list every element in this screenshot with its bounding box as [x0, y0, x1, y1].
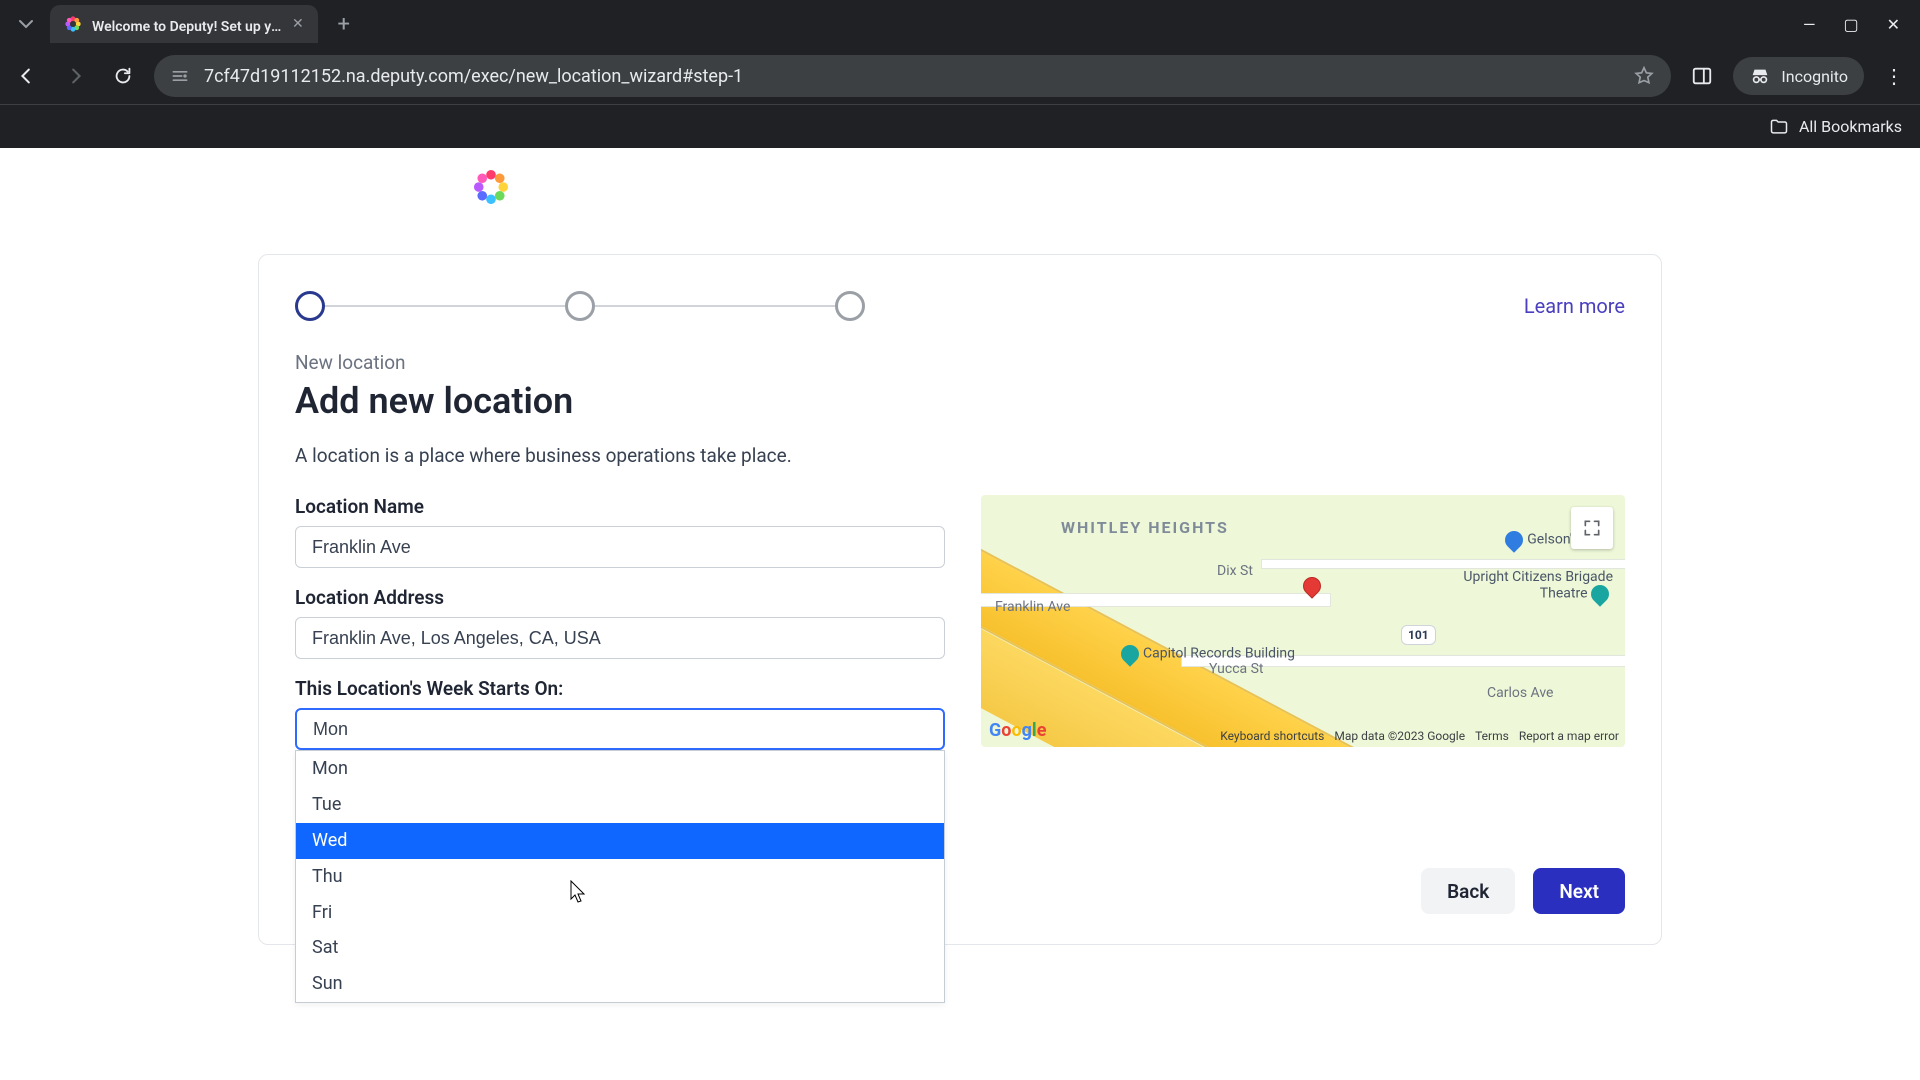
header — [0, 148, 1920, 226]
browser-toolbar: 7cf47d19112152.na.deputy.com/exec/new_lo… — [0, 48, 1920, 104]
next-button[interactable]: Next — [1533, 868, 1625, 914]
wizard-description: A location is a place where business ope… — [295, 444, 1625, 467]
address-bar[interactable]: 7cf47d19112152.na.deputy.com/exec/new_lo… — [154, 55, 1671, 97]
reload-button[interactable] — [106, 59, 140, 93]
maximize-button[interactable]: ▢ — [1843, 15, 1858, 34]
page-content: Learn more New location Add new location… — [0, 148, 1920, 1080]
step-line — [595, 305, 835, 307]
map-poi[interactable]: Upright Citizens Brigade Theatre — [1453, 569, 1613, 603]
map-column: WHITLEY HEIGHTS Franklin Ave Dix St Yucc… — [981, 495, 1625, 750]
location-name-input[interactable] — [295, 526, 945, 568]
map-pin-icon — [1587, 581, 1612, 606]
incognito-badge[interactable]: Incognito — [1733, 57, 1864, 95]
map-poi[interactable]: Gelson's — [1505, 531, 1579, 549]
week-option-sat[interactable]: Sat — [296, 930, 944, 966]
tabs-dropdown-button[interactable] — [8, 6, 44, 42]
week-option-wed[interactable]: Wed — [296, 823, 944, 859]
tab-title: Welcome to Deputy! Set up yo… — [92, 19, 282, 35]
url-text: 7cf47d19112152.na.deputy.com/exec/new_lo… — [204, 66, 1619, 87]
deputy-logo-icon — [470, 166, 512, 208]
location-name-label: Location Name — [295, 495, 945, 518]
chevron-down-icon — [18, 16, 34, 32]
stepper — [295, 291, 865, 321]
map-data-attribution: Map data ©2023 Google — [1334, 729, 1465, 743]
map-neighborhood-label: WHITLEY HEIGHTS — [1061, 519, 1229, 537]
location-address-label: Location Address — [295, 586, 945, 609]
folder-icon — [1769, 117, 1789, 137]
map-footer: Keyboard shortcuts Map data ©2023 Google… — [1220, 729, 1619, 743]
minimize-button[interactable]: — — [1803, 15, 1816, 34]
page-title: Add new location — [295, 380, 1625, 422]
wizard-subtitle: New location — [295, 351, 1625, 374]
map-route-shield: 101 — [1401, 625, 1436, 645]
learn-more-link[interactable]: Learn more — [1524, 294, 1625, 318]
titlebar: Welcome to Deputy! Set up yo… ✕ + — ▢ ✕ — [0, 0, 1920, 48]
back-button[interactable] — [10, 59, 44, 93]
week-option-sun[interactable]: Sun — [296, 966, 944, 1002]
stepper-row: Learn more — [295, 291, 1625, 321]
toolbar-right: Incognito ⋮ — [1685, 57, 1910, 95]
week-option-mon[interactable]: Mon — [296, 751, 944, 787]
map-street-label: Yucca St — [1209, 661, 1264, 677]
reload-icon — [112, 65, 134, 87]
all-bookmarks-label: All Bookmarks — [1799, 117, 1902, 136]
week-start-label: This Location's Week Starts On: — [295, 677, 945, 700]
map-fullscreen-button[interactable] — [1571, 507, 1613, 549]
map-poi[interactable]: Capitol Records Building — [1121, 645, 1295, 663]
window-controls: — ▢ ✕ — [1803, 15, 1912, 34]
week-option-thu[interactable]: Thu — [296, 859, 944, 895]
location-address-input[interactable] — [295, 617, 945, 659]
incognito-icon — [1749, 65, 1771, 87]
step-1-indicator — [295, 291, 325, 321]
map-marker-icon — [1299, 573, 1324, 598]
week-start-input[interactable] — [295, 708, 945, 750]
fullscreen-icon — [1582, 518, 1602, 538]
bookmark-star-button[interactable] — [1633, 65, 1655, 87]
all-bookmarks-button[interactable]: All Bookmarks — [1769, 117, 1902, 137]
arrow-left-icon — [16, 65, 38, 87]
arrow-right-icon — [64, 65, 86, 87]
incognito-label: Incognito — [1781, 67, 1848, 86]
browser-tab[interactable]: Welcome to Deputy! Set up yo… ✕ — [50, 5, 318, 43]
step-3-indicator — [835, 291, 865, 321]
google-logo: Google — [989, 720, 1046, 741]
map-street-label: Carlos Ave — [1487, 685, 1553, 701]
map-keyboard-shortcuts-link[interactable]: Keyboard shortcuts — [1220, 729, 1324, 743]
forward-button[interactable] — [58, 59, 92, 93]
map-terms-link[interactable]: Terms — [1475, 729, 1509, 743]
week-option-tue[interactable]: Tue — [296, 787, 944, 823]
map-report-link[interactable]: Report a map error — [1519, 729, 1619, 743]
site-settings-icon[interactable] — [170, 66, 190, 86]
deputy-favicon-icon — [64, 15, 82, 33]
bookmarks-bar: All Bookmarks — [0, 104, 1920, 148]
map[interactable]: WHITLEY HEIGHTS Franklin Ave Dix St Yucc… — [981, 495, 1625, 747]
map-pin-icon — [1117, 641, 1142, 666]
map-street-label: Dix St — [1217, 563, 1253, 579]
close-window-button[interactable]: ✕ — [1887, 15, 1900, 34]
browser-menu-button[interactable]: ⋮ — [1878, 64, 1910, 88]
map-marker — [1303, 577, 1321, 595]
map-street — [1261, 559, 1625, 569]
browser-chrome: Welcome to Deputy! Set up yo… ✕ + — ▢ ✕ … — [0, 0, 1920, 148]
tab-close-button[interactable]: ✕ — [292, 16, 304, 32]
map-street-label: Franklin Ave — [995, 599, 1070, 615]
week-start-select: Mon Tue Wed Thu Fri Sat Sun — [295, 708, 945, 750]
week-start-dropdown: Mon Tue Wed Thu Fri Sat Sun — [295, 750, 945, 1003]
back-button[interactable]: Back — [1421, 868, 1515, 914]
wizard-card: Learn more New location Add new location… — [258, 254, 1662, 945]
panel-icon — [1691, 65, 1713, 87]
new-tab-button[interactable]: + — [328, 8, 360, 40]
step-2-indicator — [565, 291, 595, 321]
form-column: Location Name Location Address This Loca… — [295, 495, 945, 750]
map-pin-icon — [1502, 527, 1527, 552]
form-row: Location Name Location Address This Loca… — [295, 495, 1625, 750]
panel-button[interactable] — [1685, 59, 1719, 93]
step-line — [325, 305, 565, 307]
week-option-fri[interactable]: Fri — [296, 895, 944, 931]
